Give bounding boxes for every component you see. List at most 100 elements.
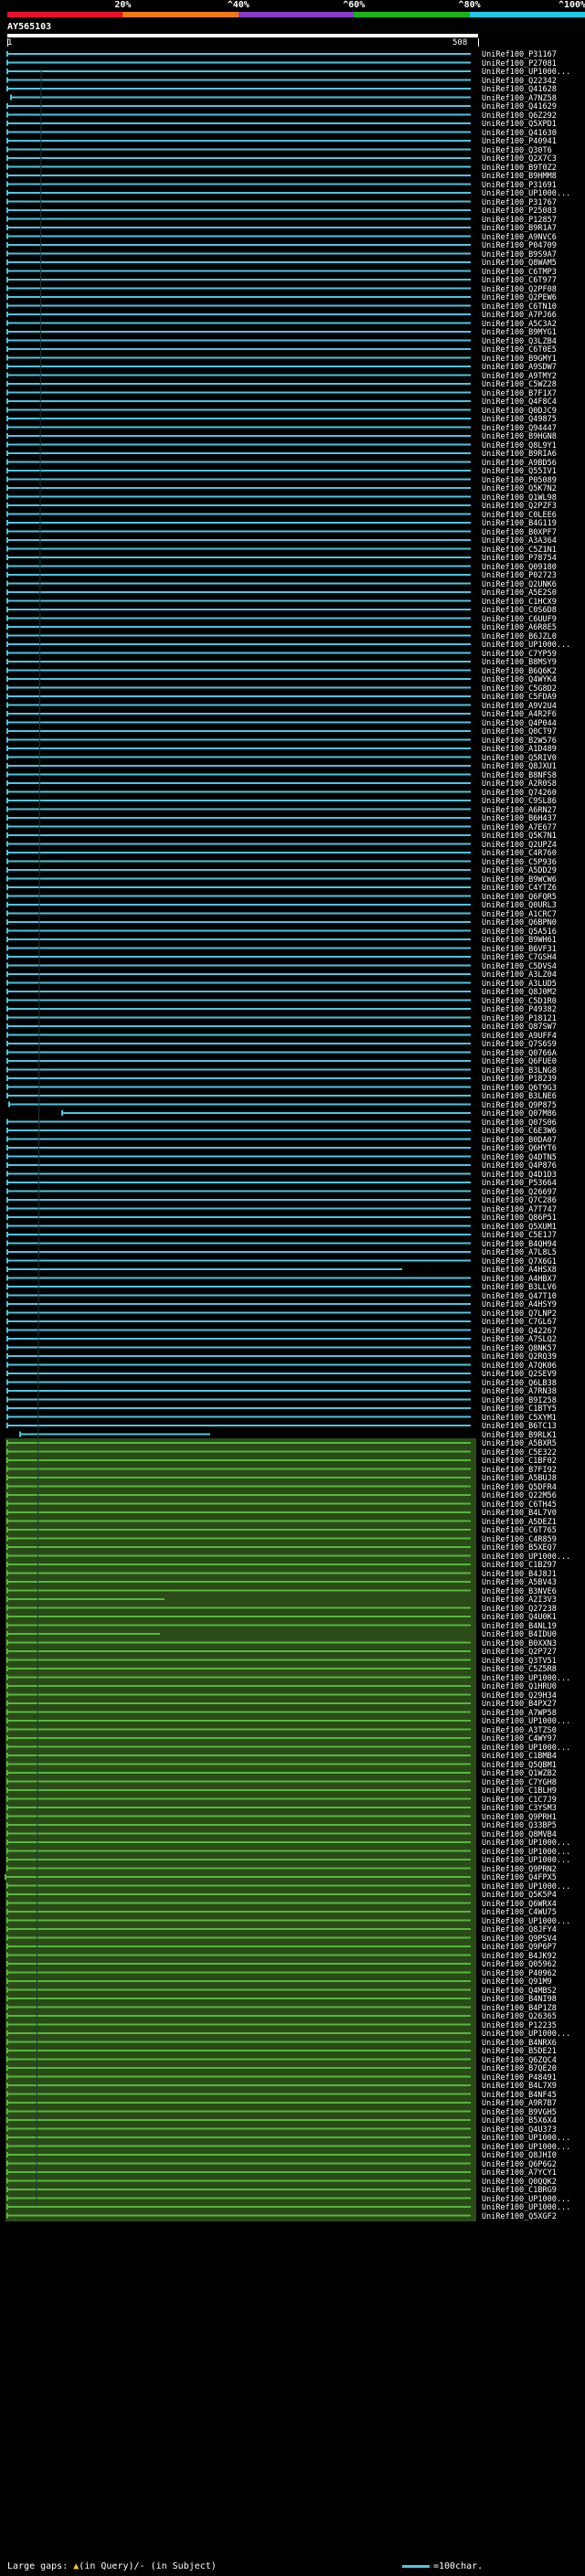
hit-start-tick bbox=[6, 1718, 8, 1723]
hit-start-tick bbox=[6, 364, 8, 369]
hit-start-tick bbox=[6, 1458, 8, 1463]
hit-start-tick bbox=[6, 2204, 8, 2210]
hit-start-tick bbox=[6, 1978, 8, 1984]
hit-start-tick bbox=[6, 1553, 8, 1559]
hit-start-tick bbox=[6, 919, 8, 925]
hit-start-tick bbox=[6, 598, 8, 604]
hit-start-tick bbox=[6, 2048, 8, 2053]
hit-start-tick bbox=[6, 1405, 8, 1411]
legend-label: ^40% bbox=[227, 0, 250, 10]
hit-start-tick bbox=[6, 1162, 8, 1168]
hit-start-tick bbox=[6, 312, 8, 317]
hit-start-tick bbox=[6, 1188, 8, 1194]
hit-start-tick bbox=[6, 684, 8, 691]
hit-start-tick bbox=[6, 1657, 8, 1663]
hit-start-tick bbox=[6, 1839, 8, 1845]
gaps-query-label: (in Query) bbox=[79, 2561, 134, 2571]
hit-start-tick bbox=[6, 1353, 8, 1359]
hit-start-tick bbox=[6, 806, 8, 812]
query-title: AY565103 bbox=[7, 22, 52, 32]
hit-start-tick bbox=[6, 2117, 8, 2123]
hit-start-tick bbox=[6, 1232, 8, 1237]
hit-label[interactable]: UniRef100_Q5XGF2 bbox=[482, 2212, 585, 2222]
hit-start-tick bbox=[6, 1926, 8, 1932]
hit-start-tick bbox=[6, 1778, 8, 1785]
hit-start-tick bbox=[6, 1448, 8, 1455]
hit-start-tick bbox=[6, 641, 8, 647]
hit-start-tick bbox=[6, 1327, 8, 1333]
hit-start-tick bbox=[6, 1544, 8, 1550]
hit-start-tick bbox=[6, 1909, 8, 1914]
hit-start-tick bbox=[6, 86, 8, 91]
hit-start-tick bbox=[6, 520, 8, 525]
ruler-tick-end bbox=[478, 38, 479, 47]
hit-start-tick bbox=[6, 1249, 8, 1255]
hit-start-tick bbox=[6, 407, 8, 413]
hit-start-tick bbox=[6, 1735, 8, 1741]
hit-start-tick bbox=[6, 1709, 8, 1715]
hit-start-tick bbox=[6, 754, 8, 760]
hit-start-tick bbox=[6, 980, 8, 986]
hit-start-tick bbox=[6, 207, 8, 213]
legend-label: ^60% bbox=[343, 0, 366, 10]
hit-start-tick bbox=[6, 2195, 8, 2201]
identity-legend: 20% ^40% ^60% ^80% ^100% bbox=[0, 0, 585, 20]
hit-start-tick bbox=[6, 1726, 8, 1733]
hit-start-tick bbox=[6, 1084, 8, 1090]
hit-start-tick bbox=[6, 650, 8, 656]
hit-start-tick bbox=[6, 2178, 8, 2184]
hit-start-tick bbox=[6, 1996, 8, 2001]
hit-start-tick bbox=[6, 225, 8, 230]
legend-band bbox=[122, 12, 239, 17]
hit-start-tick bbox=[6, 771, 8, 778]
hit-start-tick bbox=[6, 381, 8, 387]
hit-start-tick bbox=[6, 1527, 8, 1532]
hit-start-tick bbox=[6, 1969, 8, 1976]
hit-start-tick bbox=[6, 424, 8, 430]
hit-start-tick bbox=[6, 1006, 8, 1012]
hit-start-tick bbox=[6, 511, 8, 517]
hit-start-tick bbox=[6, 667, 8, 673]
ruler-end: 508 bbox=[452, 38, 468, 48]
hit-start-tick bbox=[6, 260, 8, 265]
hit-start-tick bbox=[6, 676, 8, 682]
hit-start-tick bbox=[6, 1267, 8, 1272]
hit-start-tick bbox=[6, 780, 8, 786]
hit-start-tick bbox=[6, 1753, 8, 1758]
hit-start-tick bbox=[6, 1605, 8, 1611]
hit-start-tick bbox=[6, 910, 8, 917]
hit-start-tick bbox=[6, 954, 8, 959]
hit-start-tick bbox=[6, 1830, 8, 1837]
hit-start-tick bbox=[6, 1414, 8, 1420]
hit-start-tick bbox=[6, 1882, 8, 1889]
hit-start-tick bbox=[6, 2135, 8, 2140]
hit-start-tick bbox=[6, 1041, 8, 1046]
hit-start-tick bbox=[6, 902, 8, 907]
hit-start-tick bbox=[6, 277, 8, 282]
hit-start-tick bbox=[6, 2169, 8, 2175]
legend-band bbox=[469, 12, 585, 17]
hit-start-tick bbox=[6, 2065, 8, 2071]
hit-start-tick bbox=[6, 242, 8, 248]
hit-start-tick bbox=[6, 59, 8, 66]
hit-start-tick bbox=[6, 1900, 8, 1906]
hit-start-tick bbox=[6, 1683, 8, 1689]
gaps-legend: Large gaps: ▲(in Query)/- (in Subject) bbox=[7, 2561, 217, 2571]
hit-start-tick bbox=[6, 789, 8, 795]
hit-start-tick bbox=[6, 1562, 8, 1567]
hit-start-tick bbox=[6, 1049, 8, 1055]
hit-start-tick bbox=[6, 1848, 8, 1854]
hit-start-tick bbox=[6, 1787, 8, 1793]
hit-start-tick bbox=[6, 659, 8, 664]
hit-start-tick bbox=[6, 2160, 8, 2167]
hit-start-tick bbox=[6, 2125, 8, 2132]
hit-start-tick bbox=[6, 997, 8, 1003]
hit-start-tick bbox=[6, 2091, 8, 2097]
hit-start-tick bbox=[6, 1093, 8, 1098]
hit-start-tick bbox=[6, 2021, 8, 2028]
hit-start-tick bbox=[6, 302, 8, 309]
hit-start-tick bbox=[6, 1666, 8, 1671]
hit-start-tick bbox=[6, 615, 8, 621]
hit-start-tick bbox=[6, 719, 8, 726]
hit-start-tick bbox=[6, 1483, 8, 1489]
